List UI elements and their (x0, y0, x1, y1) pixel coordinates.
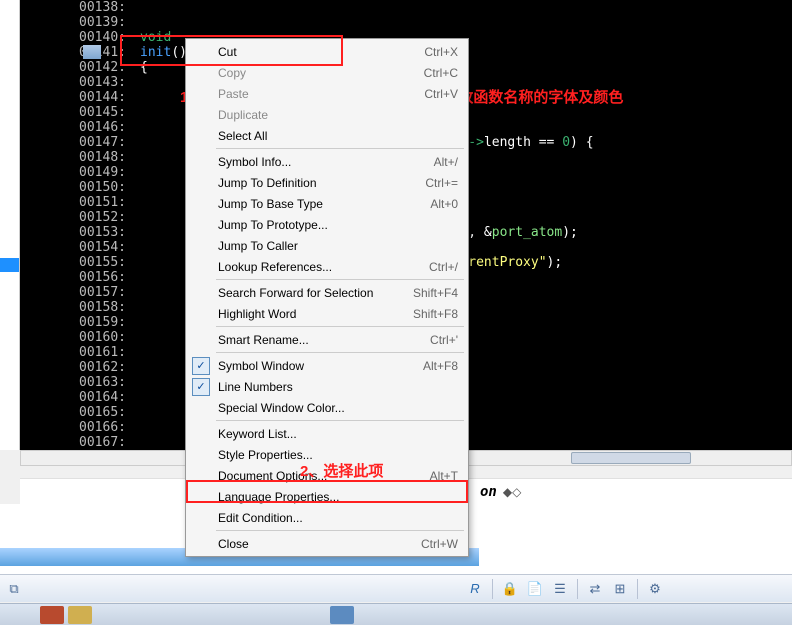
menu-language-properties[interactable]: Language Properties... (188, 486, 466, 507)
menu-jump-base-type[interactable]: Jump To Base TypeAlt+0 (188, 193, 466, 214)
function-nav-icon[interactable]: ◆◇ (503, 485, 521, 499)
menu-smart-rename[interactable]: Smart Rename...Ctrl+' (188, 329, 466, 350)
context-menu: CutCtrl+X CopyCtrl+C PasteCtrl+V Duplica… (185, 38, 469, 557)
menu-copy[interactable]: CopyCtrl+C (188, 62, 466, 83)
toolbar-refresh-button[interactable]: R (464, 578, 486, 600)
toolbar-separator (492, 579, 493, 599)
menu-search-forward[interactable]: Search Forward for SelectionShift+F4 (188, 282, 466, 303)
toolbar-window-button[interactable]: ⧉ (3, 578, 25, 600)
bookmark-marker (0, 258, 19, 272)
selection-highlight (83, 45, 101, 59)
toolbar-list-button[interactable]: ☰ (549, 578, 571, 600)
menu-keyword-list[interactable]: Keyword List... (188, 423, 466, 444)
menu-symbol-window[interactable]: ✓Symbol WindowAlt+F8 (188, 355, 466, 376)
menu-highlight-word[interactable]: Highlight WordShift+F8 (188, 303, 466, 324)
toolbar-link-button[interactable]: ⇄ (584, 578, 606, 600)
menu-separator (216, 530, 464, 531)
menu-duplicate[interactable]: Duplicate (188, 104, 466, 125)
line-number-gutter: 0013800139001400014100142001430014400145… (70, 0, 130, 450)
menu-jump-definition[interactable]: Jump To DefinitionCtrl+= (188, 172, 466, 193)
bottom-toolbar: ⧉ R 🔒 📄 ☰ ⇄ ⊞ ⚙ (0, 574, 792, 602)
current-function-label: on (480, 484, 497, 500)
menu-separator (216, 148, 464, 149)
toolbar-separator (637, 579, 638, 599)
toolbar-grid-button[interactable]: ⊞ (609, 578, 631, 600)
toolbar-lock-button[interactable]: 🔒 (499, 578, 521, 600)
menu-select-all[interactable]: Select All (188, 125, 466, 146)
menu-document-options[interactable]: Document Options...Alt+T (188, 465, 466, 486)
menu-separator (216, 279, 464, 280)
menu-close[interactable]: CloseCtrl+W (188, 533, 466, 554)
menu-special-window-color[interactable]: Special Window Color... (188, 397, 466, 418)
menu-paste[interactable]: PasteCtrl+V (188, 83, 466, 104)
toolbar-doc-button[interactable]: 📄 (524, 578, 546, 600)
os-taskbar[interactable] (0, 603, 792, 625)
menu-line-numbers[interactable]: ✓Line Numbers (188, 376, 466, 397)
menu-separator (216, 420, 464, 421)
toolbar-separator (577, 579, 578, 599)
menu-edit-condition[interactable]: Edit Condition... (188, 507, 466, 528)
menu-lookup-references[interactable]: Lookup References...Ctrl+/ (188, 256, 466, 277)
toolbar-settings-button[interactable]: ⚙ (644, 578, 666, 600)
left-margin (0, 0, 20, 450)
menu-jump-caller[interactable]: Jump To Caller (188, 235, 466, 256)
menu-separator (216, 326, 464, 327)
menu-cut[interactable]: CutCtrl+X (188, 41, 466, 62)
menu-jump-prototype[interactable]: Jump To Prototype... (188, 214, 466, 235)
menu-symbol-info[interactable]: Symbol Info...Alt+/ (188, 151, 466, 172)
check-icon: ✓ (192, 357, 210, 375)
scrollbar-thumb[interactable] (571, 452, 691, 464)
check-icon: ✓ (192, 378, 210, 396)
menu-style-properties[interactable]: Style Properties... (188, 444, 466, 465)
menu-separator (216, 352, 464, 353)
